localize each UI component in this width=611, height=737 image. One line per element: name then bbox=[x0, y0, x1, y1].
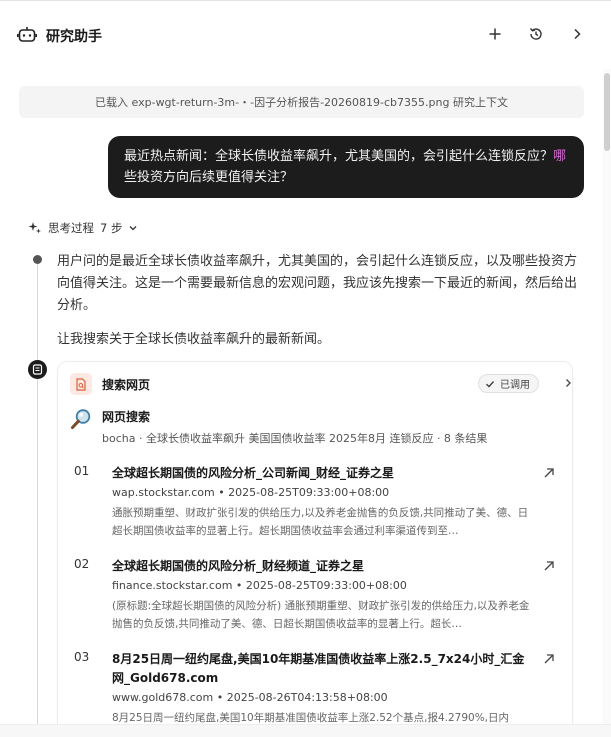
result-source: www.gold678.com • 2025-08-26T04:13:58+08… bbox=[112, 691, 388, 704]
chevron-right-icon bbox=[574, 28, 581, 40]
research-assistant-panel: 研究助手 已载入 exp-wgt-return-3m-・-因子分析报告-2026… bbox=[0, 0, 611, 737]
plus-icon bbox=[489, 28, 501, 40]
result-number: 01 bbox=[74, 464, 90, 478]
thinking-text: 用户问的是最近全球长债收益率飙升，尤其美国的，会引起什么连锁反应，以及哪些投资方… bbox=[57, 254, 578, 313]
chevron-down-icon bbox=[130, 226, 137, 231]
result-source: wap.stockstar.com • 2025-08-25T09:33:00+… bbox=[112, 486, 390, 499]
history-button[interactable] bbox=[525, 23, 547, 45]
result-source: finance.stockstar.com • 2025-08-25T09:33… bbox=[112, 579, 407, 592]
history-icon bbox=[529, 28, 542, 40]
result-snippet: (原标题:全球超长期国债的风险分析) 通胀预期重塑、财政扩张引发的供给压力,以及… bbox=[112, 600, 530, 630]
result-snippet: 通胀预期重塑、财政扩张引发的供给压力,以及养老金抛售的负反馈,共同推动了美、德、… bbox=[112, 507, 529, 537]
scrollbar-thumb[interactable] bbox=[604, 73, 610, 151]
thinking-label: 思考过程 bbox=[48, 221, 94, 235]
user-message: 最近热点新闻：全球长债收益率飙升，尤其美国的，会引起什么连锁反应？哪些投资方向后… bbox=[108, 136, 584, 198]
user-message-text: 最近热点新闻：全球长债收益率飙升，尤其美国的，会引起什么连锁反应？ bbox=[124, 149, 554, 164]
collapse-panel-button[interactable] bbox=[566, 23, 588, 45]
result-title[interactable]: 全球超长期国债的风险分析_财经频道_证券之星 bbox=[112, 557, 532, 576]
robot-icon bbox=[17, 27, 37, 42]
bottom-edge bbox=[0, 724, 611, 737]
search-card-header[interactable]: 搜索网页 已调用 bbox=[70, 373, 571, 397]
context-loaded-notice: 已载入 exp-wgt-return-3m-・-因子分析报告-20260819-… bbox=[19, 86, 584, 118]
sparkle-icon bbox=[28, 222, 41, 234]
panel-title: 研究助手 bbox=[46, 29, 102, 45]
timeline-line bbox=[37, 263, 38, 737]
web-search-title: 网页搜索 bbox=[102, 410, 151, 424]
status-badge: 已调用 bbox=[478, 374, 539, 393]
check-icon bbox=[486, 380, 494, 388]
user-message-highlight: 哪 bbox=[553, 149, 567, 164]
external-link-icon[interactable] bbox=[542, 466, 556, 480]
status-badge-label: 已调用 bbox=[500, 380, 530, 391]
external-link-icon[interactable] bbox=[542, 652, 556, 666]
thinking-process-toggle[interactable]: 思考过程 7 步 bbox=[28, 219, 138, 237]
thinking-step-count: 7 步 bbox=[100, 221, 123, 235]
new-chat-button[interactable] bbox=[484, 23, 506, 45]
header: 研究助手 bbox=[0, 1, 603, 69]
chevron-right-icon[interactable] bbox=[562, 377, 574, 389]
web-search-card: 搜索网页 已调用 网页搜索 bocha · 全球长债收益率飙升 美国国债收益率 … bbox=[57, 361, 573, 737]
result-title[interactable]: 8月25日周一纽约尾盘,美国10年期基准国债收益率上涨2.5_7x24小时_汇金… bbox=[112, 650, 532, 688]
external-link-icon[interactable] bbox=[542, 559, 556, 573]
timeline-dot bbox=[33, 255, 42, 264]
search-card-title: 搜索网页 bbox=[102, 378, 151, 392]
result-title[interactable]: 全球超长期国债的风险分析_公司新闻_财经_证券之星 bbox=[112, 464, 532, 483]
user-message-text-cont: 些投资方向后续更值得关注？ bbox=[124, 170, 294, 185]
web-search-meta: bocha · 全球长债收益率飙升 美国国债收益率 2025年8月 连锁反应 ·… bbox=[102, 432, 488, 445]
scrollbar-track[interactable] bbox=[603, 69, 611, 725]
result-number: 03 bbox=[74, 650, 90, 664]
search-document-icon bbox=[70, 373, 92, 395]
magnifier-icon bbox=[71, 409, 91, 429]
tool-list-icon bbox=[32, 364, 43, 375]
thinking-text-followup: 让我搜索关于全球长债收益率飙升的最新新闻。 bbox=[57, 332, 331, 347]
result-number: 02 bbox=[74, 557, 90, 571]
tool-step-badge bbox=[28, 360, 47, 379]
